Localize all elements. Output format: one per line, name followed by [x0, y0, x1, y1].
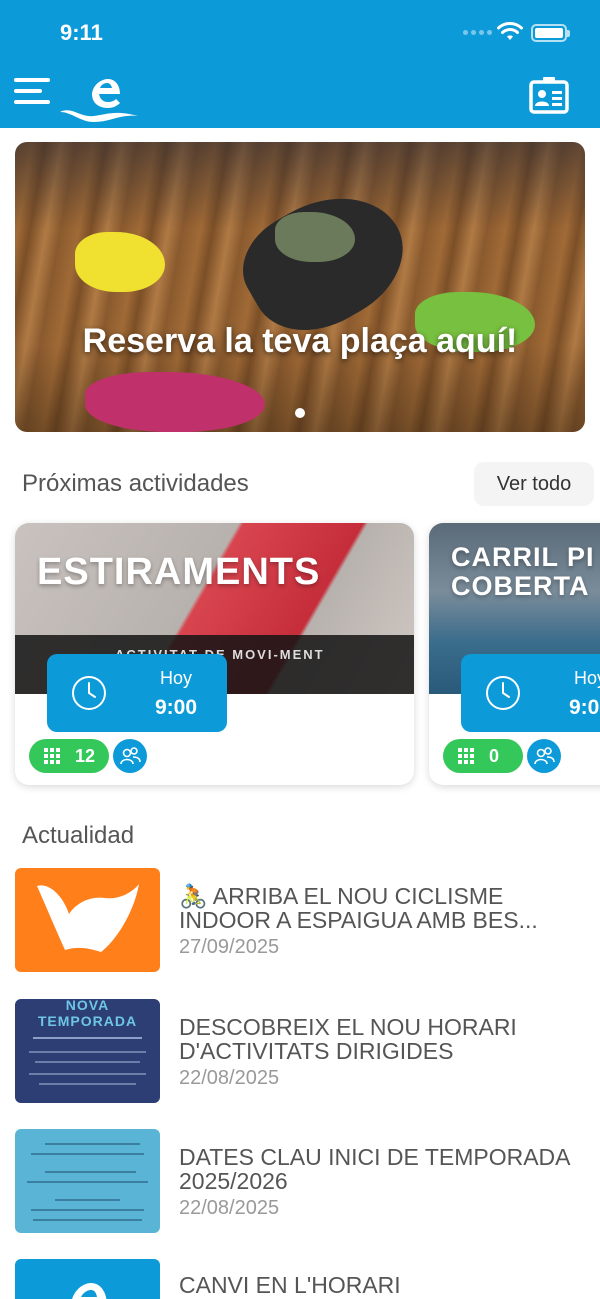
activity-day: Hoy: [573, 668, 600, 688]
grid-icon: [458, 748, 474, 764]
banner-photo-figure: [75, 232, 165, 292]
news-date: 27/09/2025: [179, 936, 280, 958]
thumbnail-text-line: [31, 1153, 144, 1155]
news-date: 22/08/2025: [179, 1197, 280, 1219]
grid-icon: [44, 748, 60, 764]
app-logo: [60, 79, 138, 122]
activity-hour: 9:00: [154, 696, 198, 719]
app-header: 9:11: [0, 0, 600, 128]
news-thumbnail: [15, 1129, 160, 1233]
section-title-news: Actualidad: [22, 822, 135, 849]
activity-title: CARRIL PI COBERTA: [451, 542, 595, 601]
available-slots-count: 0: [489, 745, 500, 766]
wifi-icon: [497, 22, 523, 40]
available-slots-count: 12: [75, 745, 96, 766]
news-thumbnail: [15, 868, 160, 972]
activity-card[interactable]: CARRIL PI COBERTA Hoy 9:00 0: [429, 523, 600, 785]
member-card-icon[interactable]: [529, 76, 569, 114]
thumbnail-text-line: [39, 1083, 136, 1085]
news-date: 22/08/2025: [179, 1067, 280, 1089]
clock-icon: [486, 676, 520, 710]
section-title-activities: Próximas actividades: [22, 470, 249, 497]
logo-icon: [72, 1283, 107, 1299]
news-title: DESCOBREIX EL NOU HORARI D'ACTIVITATS DI…: [179, 1014, 517, 1064]
carousel-indicator[interactable]: [295, 408, 305, 418]
thumbnail-text-line: [45, 1143, 140, 1145]
news-title: 🚴 ARRIBA EL NOU CICLISME INDOOR A ESPAIG…: [179, 883, 538, 933]
thumbnail-text-line: [29, 1073, 146, 1075]
participants-button[interactable]: [527, 739, 561, 773]
banner-photo-figure: [275, 212, 355, 262]
banner-caption: Reserva la teva plaça aquí!: [82, 322, 518, 360]
activity-title: ESTIRAMENTS: [37, 551, 321, 593]
people-icon: [120, 747, 141, 765]
thumbnail-text-line: [33, 1037, 142, 1039]
activity-time-badge: Hoy 9:00: [461, 654, 600, 732]
signal-icon: [463, 30, 492, 35]
activity-day: Hoy: [159, 668, 192, 688]
news-item[interactable]: NOVA TEMPORADA DESCOBREIX EL NOU HORARI …: [15, 999, 600, 1103]
news-thumbnail: [15, 1259, 160, 1299]
activity-card[interactable]: ACTIVITAT DE MOVI-MENT ESTIRAMENTS Hoy 9…: [15, 523, 414, 785]
thumbnail-text-line: [45, 1171, 136, 1173]
available-slots-badge: 0: [443, 739, 523, 773]
activity-hour: 9:00: [568, 696, 600, 719]
activity-time-badge: Hoy 9:00: [47, 654, 227, 732]
battery-icon: [531, 24, 570, 42]
logo-icon: [37, 884, 139, 952]
thumbnail-text-line: [27, 1181, 148, 1183]
thumbnail-text-line: [31, 1209, 144, 1211]
status-time: 9:11: [60, 20, 103, 45]
thumbnail-text-line: [55, 1199, 120, 1201]
hamburger-menu-button[interactable]: [14, 78, 50, 108]
promo-banner[interactable]: Reserva la teva plaça aquí!: [15, 142, 585, 432]
participants-button[interactable]: [113, 739, 147, 773]
banner-photo-figure: [85, 372, 265, 432]
thumbnail-heading: NOVA TEMPORADA: [37, 999, 138, 1029]
available-slots-badge: 12: [29, 739, 109, 773]
news-item[interactable]: 🚴 ARRIBA EL NOU CICLISME INDOOR A ESPAIG…: [15, 868, 600, 972]
news-title: CANVI EN L'HORARI: [179, 1272, 401, 1298]
thumbnail-text-line: [29, 1051, 146, 1053]
news-title: DATES CLAU INICI DE TEMPORADA 2025/2026: [179, 1144, 570, 1194]
news-thumbnail: NOVA TEMPORADA: [15, 999, 160, 1103]
thumbnail-text-line: [35, 1061, 140, 1063]
clock-icon: [72, 676, 106, 710]
news-item[interactable]: CANVI EN L'HORARI: [15, 1259, 600, 1299]
news-item[interactable]: DATES CLAU INICI DE TEMPORADA 2025/2026 …: [15, 1129, 600, 1233]
see-all-button[interactable]: Ver todo: [474, 462, 594, 506]
people-icon: [534, 747, 555, 765]
thumbnail-text-line: [33, 1219, 142, 1221]
